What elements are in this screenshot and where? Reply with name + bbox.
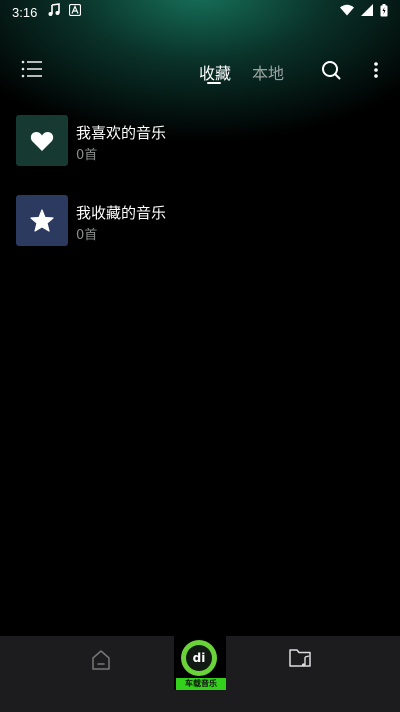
playlist-title: 我喜欢的音乐: [76, 124, 167, 142]
nav-local-music-button[interactable]: [288, 646, 314, 670]
playlist-thumbnail: [16, 115, 68, 166]
top-header: 收藏 本地: [0, 50, 400, 90]
playlist-count: 0首: [76, 228, 98, 243]
music-folder-icon: [289, 649, 311, 667]
menu-button[interactable]: [20, 58, 44, 80]
wifi-icon: [340, 4, 354, 20]
more-vertical-icon: [374, 62, 378, 78]
playlist-item-collected[interactable]: 我收藏的音乐 0首: [0, 192, 400, 272]
search-icon: [322, 61, 341, 80]
battery-icon: [380, 3, 388, 21]
bottom-navigation: di 车载音乐: [0, 636, 400, 712]
more-options-button[interactable]: [366, 59, 386, 81]
playlist-list: 我喜欢的音乐 0首 我收藏的音乐 0首: [0, 112, 400, 272]
playlist-item-liked[interactable]: 我喜欢的音乐 0首: [0, 112, 400, 192]
playlist-title: 我收藏的音乐: [76, 204, 167, 222]
app-logo: di: [181, 640, 217, 676]
star-icon: [30, 209, 54, 232]
logo-banner: 车载音乐: [176, 678, 226, 690]
heart-icon: [30, 131, 54, 151]
search-button[interactable]: [320, 59, 342, 81]
playlist-count: 0首: [76, 148, 98, 163]
status-time: 3:16: [12, 4, 38, 20]
font-badge-icon: [69, 3, 82, 20]
music-note-icon: [47, 3, 61, 21]
active-tab-indicator: [207, 82, 221, 84]
tab-local[interactable]: 本地: [252, 60, 284, 84]
logo-mark: di: [186, 645, 212, 671]
nav-home-button[interactable]: [89, 648, 113, 672]
home-icon: [92, 650, 110, 670]
playlist-thumbnail: [16, 195, 68, 246]
status-bar: 3:16: [0, 0, 400, 24]
app-logo-button[interactable]: di 车载音乐: [174, 636, 226, 690]
tab-favorites[interactable]: 收藏: [199, 60, 231, 84]
signal-icon: [361, 4, 373, 20]
list-menu-icon: [21, 60, 42, 78]
